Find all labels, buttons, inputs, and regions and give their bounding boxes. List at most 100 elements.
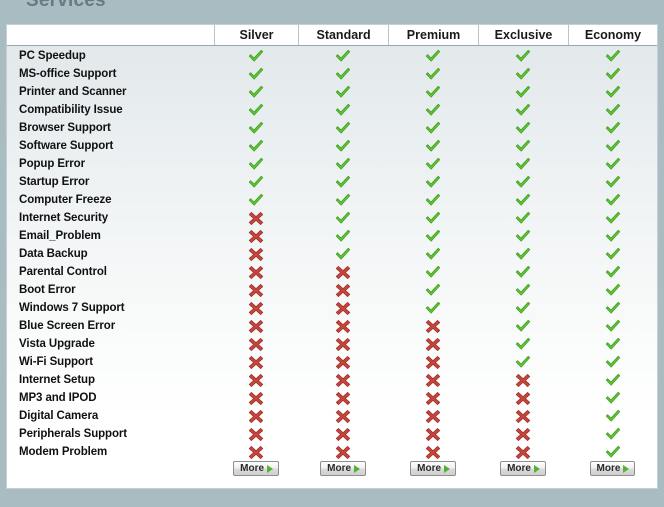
table-row: Parental Control [7,263,657,281]
service-name-label: Data Backup [19,248,88,260]
table-row: MS-office Support [7,65,657,83]
service-name-label: Boot Error [19,284,76,296]
check-mark-icon [478,353,568,371]
service-name-label: Internet Security [19,212,109,224]
cross-mark-icon [298,425,388,443]
check-mark-icon [478,245,568,263]
check-mark-icon [478,191,568,209]
cross-mark-icon [388,371,478,389]
table-row: Wi-Fi Support [7,353,657,371]
footer-cell-exclusive: More [478,461,568,476]
triangle-right-icon [444,464,451,473]
cross-mark-icon [298,263,388,281]
check-mark-icon [478,155,568,173]
cross-mark-icon [214,245,298,263]
check-mark-icon [298,245,388,263]
check-mark-icon [388,83,478,101]
table-row: Internet Setup [7,371,657,389]
check-mark-icon [478,209,568,227]
check-mark-icon [568,407,657,425]
header-cell-economy[interactable]: Economy [568,25,657,45]
check-mark-icon [214,47,298,65]
table-row: Data Backup [7,245,657,263]
service-name-label: Digital Camera [19,410,99,422]
service-name-label: Wi-Fi Support [19,356,93,368]
triangle-right-icon [354,464,361,473]
cross-mark-icon [478,425,568,443]
check-mark-icon [214,65,298,83]
check-mark-icon [298,119,388,137]
check-mark-icon [478,281,568,299]
more-button-premium[interactable]: More [410,461,457,476]
check-mark-icon [478,119,568,137]
cross-mark-icon [478,443,568,461]
table-row: Compatibility Issue [7,101,657,119]
table-body: PC Speedup MS-office Support Printer and S… [7,47,657,461]
service-name-label: MP3 and IPOD [19,392,97,404]
table-row: Digital Camera [7,407,657,425]
header-cell-exclusive[interactable]: Exclusive [478,25,568,45]
header-cell-standard[interactable]: Standard [298,25,388,45]
footer-cell-spacer [7,461,214,476]
table-row: Blue Screen Error [7,317,657,335]
check-mark-icon [568,425,657,443]
cross-mark-icon [298,371,388,389]
check-mark-icon [388,227,478,245]
check-mark-icon [298,173,388,191]
more-button-label: More [417,462,442,474]
check-mark-icon [298,209,388,227]
cross-mark-icon [388,389,478,407]
check-mark-icon [568,299,657,317]
service-name-label: Internet Setup [19,374,95,386]
cross-mark-icon [298,335,388,353]
table-row: Boot Error [7,281,657,299]
check-mark-icon [388,47,478,65]
check-mark-icon [568,47,657,65]
check-mark-icon [388,299,478,317]
header-cell-silver[interactable]: Silver [213,25,298,45]
check-mark-icon [478,335,568,353]
more-button-exclusive[interactable]: More [500,461,546,476]
cross-mark-icon [214,353,298,371]
page-title: Services [26,0,106,11]
table-row: Vista Upgrade [7,335,657,353]
header-cell-premium[interactable]: Premium [388,25,478,45]
table-row: Windows 7 Support [7,299,657,317]
check-mark-icon [214,173,298,191]
check-mark-icon [388,65,478,83]
cross-mark-icon [478,407,568,425]
table-row: Printer and Scanner [7,83,657,101]
check-mark-icon [298,137,388,155]
triangle-right-icon [533,464,540,473]
check-mark-icon [388,281,478,299]
check-mark-icon [568,155,657,173]
more-button-standard[interactable]: More [320,461,367,476]
cross-mark-icon [478,371,568,389]
cross-mark-icon [214,281,298,299]
check-mark-icon [298,101,388,119]
check-mark-icon [568,389,657,407]
more-button-silver[interactable]: More [233,461,280,476]
check-mark-icon [568,65,657,83]
service-name-label: Popup Error [19,158,85,170]
table-row: Modem Problem [7,443,657,461]
more-button-label: More [327,462,352,474]
check-mark-icon [388,173,478,191]
cross-mark-icon [298,281,388,299]
check-mark-icon [568,83,657,101]
cross-mark-icon [298,389,388,407]
check-mark-icon [568,209,657,227]
cross-mark-icon [214,227,298,245]
check-mark-icon [568,371,657,389]
services-comparison-page: Services Silver Standard Premium Exclusive E… [0,0,664,507]
check-mark-icon [568,443,657,461]
check-mark-icon [478,227,568,245]
more-button-economy[interactable]: More [589,461,636,476]
service-name-label: Peripherals Support [19,428,128,440]
table-row: Peripherals Support [7,425,657,443]
table-footer-row: More More More More More [7,461,657,476]
check-mark-icon [388,137,478,155]
check-mark-icon [478,83,568,101]
cross-mark-icon [388,317,478,335]
table-row: MP3 and IPOD [7,389,657,407]
